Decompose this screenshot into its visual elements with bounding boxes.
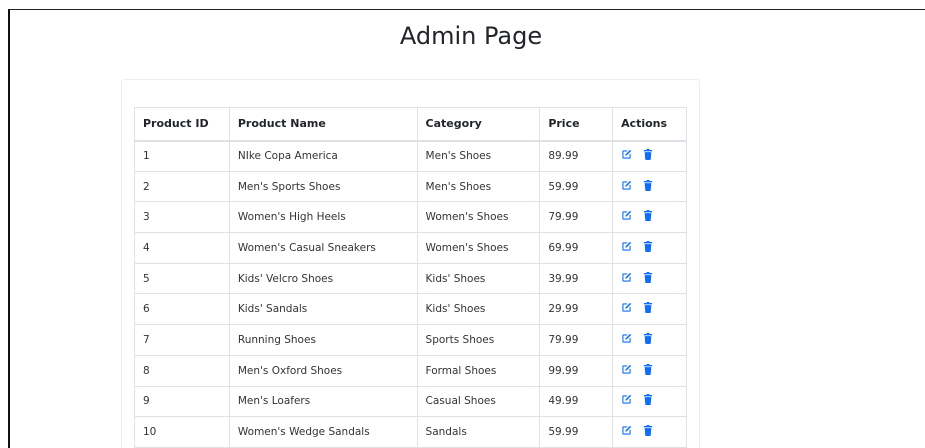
cell-actions <box>612 324 687 356</box>
cell-price: 79.99 <box>539 324 614 356</box>
browser-frame: Admin Page Product ID Product Name Categ… <box>0 0 925 448</box>
header-actions: Actions <box>612 107 687 142</box>
cell-product-id: 6 <box>134 293 230 326</box>
cell-product-id: 1 <box>134 140 230 172</box>
cell-category: Formal Shoes <box>416 354 541 387</box>
trash-icon[interactable] <box>643 425 653 437</box>
cell-price: 89.99 <box>539 140 614 172</box>
table-row: 8 Men's Oxford Shoes Formal Shoes 99.99 <box>134 354 687 387</box>
cell-category: Women's Shoes <box>416 201 541 234</box>
edit-icon[interactable] <box>621 302 632 313</box>
table-row: 1 NIke Copa America Men's Shoes 89.99 <box>134 140 687 172</box>
cell-actions <box>612 354 687 387</box>
products-table: Product ID Product Name Category Price A… <box>134 107 687 448</box>
table-row: 3 Women's High Heels Women's Shoes 79.99 <box>134 201 687 234</box>
cell-product-name: Kids' Sandals <box>228 293 418 326</box>
cell-category: Casual Shoes <box>416 385 541 418</box>
cell-product-id: 3 <box>134 201 230 234</box>
cell-category: Men's Shoes <box>416 170 541 203</box>
table-row: 5 Kids' Velcro Shoes Kids' Shoes 39.99 <box>134 262 687 295</box>
table-row: 2 Men's Sports Shoes Men's Shoes 59.99 <box>134 170 687 203</box>
trash-icon[interactable] <box>643 179 653 191</box>
table-row: 6 Kids' Sandals Kids' Shoes 29.99 <box>134 293 687 326</box>
header-category: Category <box>416 107 541 142</box>
table-row: 7 Running Shoes Sports Shoes 79.99 <box>134 324 687 356</box>
cell-product-id: 9 <box>134 385 230 418</box>
edit-icon[interactable] <box>621 180 632 191</box>
edit-icon[interactable] <box>621 149 632 160</box>
cell-actions <box>612 140 687 172</box>
edit-icon[interactable] <box>621 272 632 283</box>
trash-icon[interactable] <box>643 363 653 375</box>
cell-product-id: 7 <box>134 324 230 356</box>
table-row: 10 Women's Wedge Sandals Sandals 59.99 <box>134 416 687 448</box>
edit-icon[interactable] <box>621 241 632 252</box>
cell-price: 39.99 <box>539 262 614 295</box>
cell-price: 59.99 <box>539 170 614 203</box>
cell-product-id: 8 <box>134 354 230 387</box>
table-row: 9 Men's Loafers Casual Shoes 49.99 <box>134 385 687 418</box>
edit-icon[interactable] <box>621 210 632 221</box>
cell-category: Sandals <box>416 416 541 448</box>
cell-product-name: Men's Sports Shoes <box>228 170 418 203</box>
cell-actions <box>612 416 687 448</box>
cell-category: Kids' Shoes <box>416 293 541 326</box>
cell-product-id: 5 <box>134 262 230 295</box>
cell-price: 59.99 <box>539 416 614 448</box>
trash-icon[interactable] <box>643 394 653 406</box>
cell-price: 79.99 <box>539 201 614 234</box>
cell-product-name: Men's Loafers <box>228 385 418 418</box>
cell-category: Men's Shoes <box>416 140 541 172</box>
cell-product-id: 2 <box>134 170 230 203</box>
cell-product-id: 4 <box>134 232 230 264</box>
cell-actions <box>612 170 687 203</box>
cell-product-name: Running Shoes <box>228 324 418 356</box>
cell-product-name: Women's Casual Sneakers <box>228 232 418 264</box>
cell-product-name: Kids' Velcro Shoes <box>228 262 418 295</box>
cell-category: Women's Shoes <box>416 232 541 264</box>
edit-icon[interactable] <box>621 394 632 405</box>
cell-product-name: NIke Copa America <box>228 140 418 172</box>
header-product-name: Product Name <box>228 107 418 142</box>
cell-actions <box>612 201 687 234</box>
edit-icon[interactable] <box>621 364 632 375</box>
cell-product-name: Women's High Heels <box>228 201 418 234</box>
frame-border-left <box>8 9 10 448</box>
cell-actions <box>612 262 687 295</box>
edit-icon[interactable] <box>621 333 632 344</box>
cell-actions <box>612 293 687 326</box>
trash-icon[interactable] <box>643 210 653 222</box>
frame-border-top <box>8 9 925 10</box>
cell-category: Kids' Shoes <box>416 262 541 295</box>
page-title: Admin Page <box>399 22 543 50</box>
trash-icon[interactable] <box>643 271 653 283</box>
cell-price: 49.99 <box>539 385 614 418</box>
cell-product-name: Women's Wedge Sandals <box>228 416 418 448</box>
cell-category: Sports Shoes <box>416 324 541 356</box>
cell-product-id: 10 <box>134 416 230 448</box>
header-price: Price <box>539 107 614 142</box>
cell-actions <box>612 385 687 418</box>
cell-product-name: Men's Oxford Shoes <box>228 354 418 387</box>
table-header-row: Product ID Product Name Category Price A… <box>134 107 687 142</box>
trash-icon[interactable] <box>643 149 653 161</box>
edit-icon[interactable] <box>621 425 632 436</box>
cell-actions <box>612 232 687 264</box>
cell-price: 29.99 <box>539 293 614 326</box>
trash-icon[interactable] <box>643 332 653 344</box>
header-product-id: Product ID <box>134 107 230 142</box>
cell-price: 69.99 <box>539 232 614 264</box>
trash-icon[interactable] <box>643 240 653 252</box>
cell-price: 99.99 <box>539 354 614 387</box>
trash-icon[interactable] <box>643 302 653 314</box>
table-row: 4 Women's Casual Sneakers Women's Shoes … <box>134 232 687 264</box>
